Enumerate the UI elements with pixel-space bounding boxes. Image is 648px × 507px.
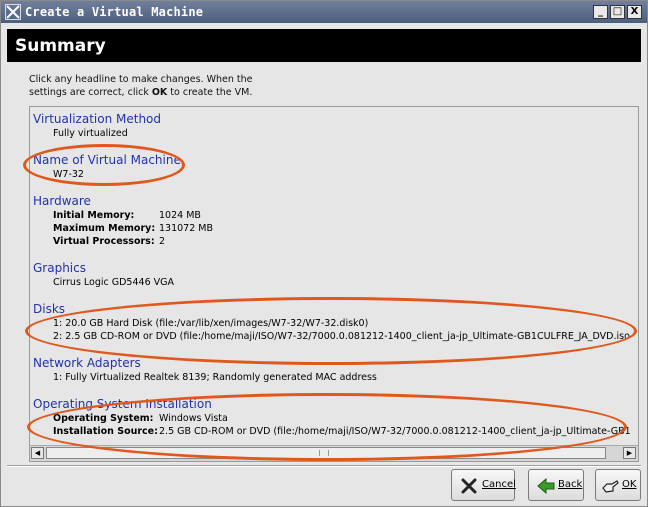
maximum-memory-value: 131072 MB [159, 223, 213, 234]
installation-source-value: 2.5 GB CD-ROM or DVD (file:/home/maji/IS… [159, 426, 630, 437]
cancel-x-icon [461, 478, 477, 494]
grip-icon [319, 450, 329, 456]
section-graphics: Graphics Cirrus Logic GD5446 VGA [33, 261, 174, 289]
x-window-icon[interactable] [5, 4, 21, 20]
initial-memory-value: 1024 MB [159, 210, 201, 221]
network-adapter-value: 1: Fully Virtualized Realtek 8139; Rando… [53, 372, 377, 383]
instructions-text: Click any headline to make changes. When… [29, 73, 289, 99]
vm-name-value: W7-32 [53, 169, 84, 180]
operating-system-row: Operating System: Windows Vista [53, 412, 228, 425]
ok-button[interactable]: OK [595, 469, 641, 501]
virtual-processors-row: Virtual Processors: 2 [53, 235, 165, 248]
scroll-left-icon[interactable]: ◀ [31, 447, 44, 459]
horizontal-scrollbar[interactable]: ◀ ▶ [30, 445, 638, 461]
button-separator [7, 465, 641, 467]
graphics-headline[interactable]: Graphics [33, 261, 174, 276]
hardware-headline[interactable]: Hardware [33, 194, 91, 209]
title-bar[interactable]: Create a Virtual Machine _ □ X [1, 1, 647, 23]
disk-2-value: 2: 2.5 GB CD-ROM or DVD (file:/home/maji… [53, 331, 630, 342]
page-header: Summary [7, 29, 641, 62]
section-disks: Disks 1: 20.0 GB Hard Disk (file:/var/li… [33, 302, 630, 343]
scrollbar-thumb[interactable] [46, 447, 606, 459]
ok-label: OK [622, 479, 637, 490]
installation-source-row: Installation Source: 2.5 GB CD-ROM or DV… [53, 425, 630, 438]
cancel-label: Cancel [482, 479, 516, 490]
section-virtualization: Virtualization Method Fully virtualized [33, 112, 161, 140]
maximum-memory-row: Maximum Memory: 131072 MB [53, 222, 213, 235]
graphics-value: Cirrus Logic GD5446 VGA [53, 277, 174, 288]
instructions-line-2: settings are correct, click OK to create… [29, 87, 253, 98]
window-title: Create a Virtual Machine [25, 5, 204, 19]
vm-name-headline[interactable]: Name of Virtual Machine [33, 153, 181, 168]
summary-scroll-pane[interactable]: Virtualization Method Fully virtualized … [29, 106, 639, 462]
virtualization-method-headline[interactable]: Virtualization Method [33, 112, 161, 127]
operating-system-value: Windows Vista [159, 413, 228, 424]
dialog-window: Create a Virtual Machine _ □ X Summary C… [0, 0, 648, 507]
disk-1-value: 1: 20.0 GB Hard Disk (file:/var/lib/xen/… [53, 318, 369, 329]
operating-system-label: Operating System: [53, 413, 154, 424]
ok-hint: OK [151, 87, 168, 98]
scroll-right-icon[interactable]: ▶ [623, 447, 636, 459]
installation-source-label: Installation Source: [53, 426, 158, 437]
virtual-processors-value: 2 [159, 236, 166, 247]
initial-memory-row: Initial Memory: 1024 MB [53, 209, 201, 222]
back-label: Back [558, 479, 583, 490]
section-vm-name: Name of Virtual Machine W7-32 [33, 153, 181, 181]
disks-headline[interactable]: Disks [33, 302, 630, 317]
virtual-processors-label: Virtual Processors: [53, 236, 155, 247]
back-arrow-icon [537, 477, 555, 495]
section-network: Network Adapters 1: Fully Virtualized Re… [33, 356, 377, 384]
back-button[interactable]: Back [528, 469, 584, 501]
page-title: Summary [15, 36, 106, 56]
network-adapters-headline[interactable]: Network Adapters [33, 356, 377, 371]
instructions-line-1: Click any headline to make changes. When… [29, 74, 253, 85]
os-installation-headline[interactable]: Operating System Installation [33, 397, 212, 412]
initial-memory-label: Initial Memory: [53, 210, 135, 221]
cancel-button[interactable]: Cancel [451, 469, 516, 501]
summary-content: Virtualization Method Fully virtualized … [30, 107, 630, 445]
section-hardware: Hardware Initial Memory: 1024 MB Maximum… [33, 194, 213, 248]
section-os-installation: Operating System Installation Operating … [33, 397, 630, 438]
ok-hand-icon [602, 480, 619, 493]
minimize-button[interactable]: _ [593, 5, 608, 19]
maximize-button[interactable]: □ [610, 5, 625, 19]
virtualization-method-value: Fully virtualized [53, 128, 128, 139]
maximum-memory-label: Maximum Memory: [53, 223, 156, 234]
close-button[interactable]: X [627, 5, 642, 19]
